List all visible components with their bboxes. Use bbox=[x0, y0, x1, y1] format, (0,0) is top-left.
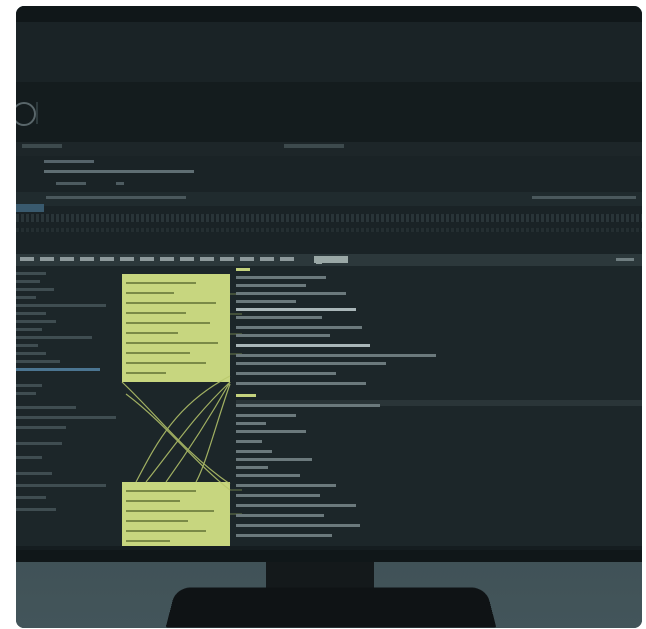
code-line bbox=[236, 534, 332, 537]
info-field bbox=[44, 160, 94, 163]
code-line bbox=[236, 382, 366, 385]
code-line bbox=[236, 268, 250, 271]
code-line bbox=[236, 316, 322, 319]
code-panel bbox=[16, 254, 642, 550]
code-line bbox=[236, 326, 362, 329]
code-line bbox=[236, 344, 370, 347]
code-line bbox=[236, 484, 336, 487]
code-line bbox=[236, 450, 272, 453]
code-line bbox=[236, 474, 300, 477]
code-line bbox=[236, 394, 256, 397]
code-line bbox=[236, 458, 312, 461]
code-line bbox=[236, 404, 380, 407]
code-line bbox=[236, 372, 336, 375]
code-line bbox=[236, 514, 324, 517]
code-line bbox=[236, 308, 356, 311]
toolbar bbox=[16, 142, 642, 156]
monitor-screen bbox=[16, 22, 642, 550]
bottom-toolbar bbox=[16, 546, 642, 550]
code-line bbox=[236, 494, 320, 497]
code-line bbox=[236, 504, 356, 507]
monitor-stand-base bbox=[165, 587, 497, 628]
code-line bbox=[236, 284, 306, 287]
toolbar-item[interactable] bbox=[284, 144, 344, 148]
info-field bbox=[56, 182, 86, 185]
status-highlight bbox=[16, 204, 44, 212]
status-field bbox=[46, 196, 186, 199]
code-line bbox=[236, 292, 346, 295]
code-line bbox=[236, 440, 262, 443]
code-line bbox=[236, 362, 386, 365]
code-line bbox=[236, 354, 436, 357]
status-row bbox=[16, 192, 642, 212]
separator-band bbox=[16, 214, 642, 222]
code-line bbox=[236, 276, 326, 279]
code-line bbox=[236, 300, 296, 303]
info-field bbox=[116, 182, 124, 185]
code-line bbox=[236, 422, 266, 425]
info-field bbox=[44, 170, 194, 173]
code-line bbox=[236, 414, 296, 417]
code-line bbox=[236, 524, 360, 527]
toolbar-item[interactable] bbox=[22, 144, 62, 148]
code-line bbox=[236, 430, 306, 433]
code-line bbox=[236, 466, 268, 469]
monitor bbox=[16, 6, 642, 562]
app-header bbox=[16, 82, 642, 142]
status-field bbox=[532, 196, 636, 199]
separator-band bbox=[16, 228, 642, 232]
code-line bbox=[236, 334, 330, 337]
header-divider bbox=[36, 102, 38, 124]
connector-line bbox=[145, 381, 231, 483]
photo-frame bbox=[16, 6, 642, 628]
